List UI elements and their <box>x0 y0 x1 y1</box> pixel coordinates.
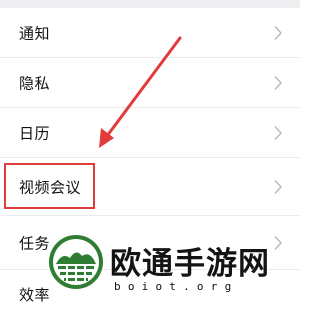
chevron-right-icon <box>274 25 282 40</box>
watermark-domain: boiot.org <box>114 280 239 293</box>
settings-item-calendar[interactable]: 日历 <box>0 108 300 158</box>
settings-item-label: 隐私 <box>19 74 51 92</box>
globe-logo-icon <box>49 235 103 289</box>
settings-item-label: 通知 <box>19 24 51 42</box>
chevron-right-icon <box>274 179 282 194</box>
top-divider-strip <box>0 0 300 8</box>
chevron-right-icon <box>274 125 282 140</box>
settings-item-video-meetings[interactable]: 视频会议 <box>0 158 300 216</box>
watermark-title: 欧通手游网 <box>110 246 270 282</box>
settings-item-label: 日历 <box>19 124 51 142</box>
chevron-right-icon <box>274 75 282 90</box>
settings-item-notifications[interactable]: 通知 <box>0 8 300 58</box>
settings-item-privacy[interactable]: 隐私 <box>0 58 300 108</box>
settings-item-label: 视频会议 <box>19 178 82 196</box>
watermark: 欧通手游网 boiot.org <box>48 234 300 300</box>
settings-item-label: 任务 <box>19 234 51 252</box>
settings-item-label: 效率 <box>19 286 51 304</box>
